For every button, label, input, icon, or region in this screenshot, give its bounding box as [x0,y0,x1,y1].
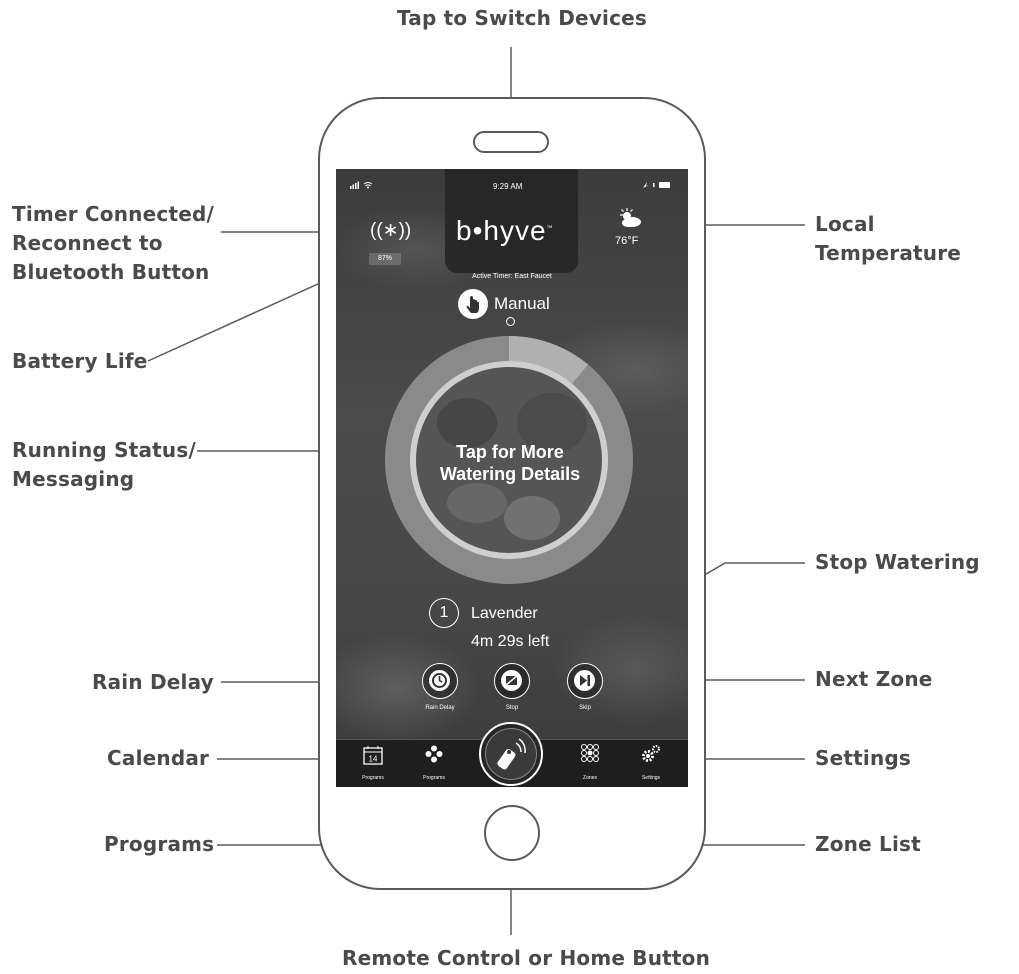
callout-battery-life: Battery Life [12,349,148,373]
clock-icon [429,670,450,691]
hand-pointer-icon[interactable] [458,289,488,319]
zones-grid-icon [581,744,599,762]
skip-button[interactable] [567,663,603,699]
bluetooth-icon[interactable]: ((∗)) [370,219,411,242]
calendar-day: 14 [369,755,378,764]
callout-timer-connected: Timer Connected/ Reconnect to Bluetooth … [12,200,214,287]
status-time: 9:29 AM [493,182,523,191]
tab-zones[interactable]: Zones [560,740,620,787]
skip-icon [574,670,595,691]
schedule-clock-icon [506,317,515,326]
callout-running-line2: Messaging [12,467,135,491]
partly-cloudy-icon [618,207,644,235]
callout-timer-line3: Bluetooth Button [12,260,210,284]
tab-programs[interactable]: Programs [404,740,464,787]
tab-settings-label: Settings [641,775,661,781]
battery-status-icon [642,181,672,191]
zone-number-badge: 1 [429,598,459,628]
ring-message-line1: Tap for More [456,442,564,462]
remote-control-button[interactable] [479,722,543,786]
tab-programs-label: Programs [423,775,445,781]
callout-timer-line2: Reconnect to [12,231,163,255]
stop-label: Stop [505,705,519,711]
callout-programs: Programs [104,832,215,856]
callout-local-temperature: Local Temperature [815,212,962,265]
gear-icon [642,745,660,762]
mode-label: Manual [494,294,550,313]
logo-text: b•hyve [456,215,547,246]
battery-indicator: 87% [369,253,401,265]
callout-stop-watering: Stop Watering [815,550,980,574]
calendar-icon: 14 [363,746,383,765]
phone-speaker [473,131,549,153]
phone-home-button[interactable] [484,805,540,861]
callout-remote-control: Remote Control or Home Button [342,946,711,970]
callout-timer-line1: Timer Connected/ [12,202,214,226]
zone-time-remaining: 4m 29s left [471,633,550,650]
callout-calendar: Calendar [107,746,210,770]
ring-message[interactable]: Tap for More Watering Details [422,441,598,485]
callout-zone-list: Zone List [815,832,921,856]
skip-label: Skip [579,705,591,711]
tab-settings[interactable]: Settings [621,740,681,787]
active-timer-label: Active Timer: East Faucet [472,273,552,280]
tab-calendar[interactable]: 14 Programs [343,740,403,787]
bhyve-logo[interactable]: b•hyve™ [456,215,554,247]
signal-wifi-icon [350,181,376,191]
zone-name: Lavender [471,605,538,622]
stop-button[interactable] [494,663,530,699]
callout-running-line1: Running Status/ [12,438,196,462]
callout-next-zone: Next Zone [815,667,933,691]
programs-icon [425,745,443,763]
rain-delay-button[interactable] [422,663,458,699]
callout-rain-delay: Rain Delay [92,670,214,694]
ring-message-line2: Watering Details [439,464,581,484]
callout-tap-switch-devices: Tap to Switch Devices [397,6,648,30]
rain-delay-label: Rain Delay [425,705,455,711]
callout-running-status: Running Status/ Messaging [12,436,196,494]
tab-zones-label: Zones [583,775,597,781]
remote-icon [485,728,537,780]
tab-calendar-label: Programs [362,775,384,781]
stop-icon [501,670,522,691]
temperature-reading: 76°F [615,235,639,247]
app-screen: 9:29 AM b•hyve™ ((∗)) 87% 76°F Active Ti… [336,169,688,787]
callout-settings: Settings [815,746,912,770]
